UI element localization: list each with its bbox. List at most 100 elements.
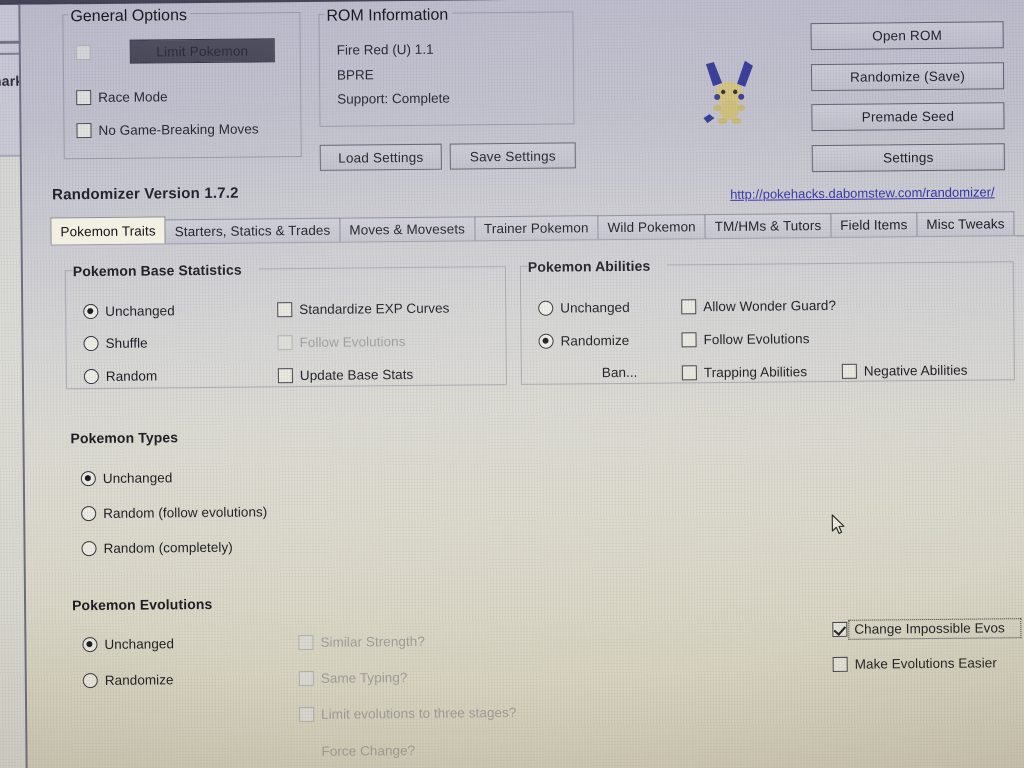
radio-indicator[interactable]	[81, 541, 97, 557]
limit-pokemon-row	[75, 44, 91, 62]
evolutions-radio-unchanged[interactable]: Unchanged	[82, 635, 174, 654]
negative-abilities-checkbox[interactable]	[841, 363, 857, 379]
rom-support-line: Support: Complete	[337, 90, 450, 107]
radio-indicator[interactable]	[538, 300, 554, 316]
update-base-stats-row[interactable]: Update Base Stats	[277, 366, 414, 385]
tab-trainer-pokemon[interactable]: Trainer Pokemon	[473, 215, 599, 241]
photographed-screen: — ✕ marks H General Options General Opti…	[0, 0, 1024, 768]
top-panel: General Options General Options Limit Po…	[20, 0, 1024, 185]
radio-indicator[interactable]	[82, 673, 98, 689]
base-stats-radio-shuffle[interactable]: Shuffle	[83, 335, 148, 354]
rom-name-line: Fire Red (U) 1.1	[336, 41, 434, 58]
limit-evolutions-three-stages-row: Limit evolutions to three stages?	[299, 704, 516, 724]
limit-evolutions-three-stages-label: Limit evolutions to three stages?	[321, 704, 517, 722]
abilities-unchanged-label: Unchanged	[560, 299, 630, 316]
negative-abilities-row[interactable]: Negative Abilities	[841, 362, 968, 381]
types-unchanged-label: Unchanged	[102, 470, 173, 486]
rom-code-line: BPRE	[336, 67, 374, 83]
abilities-follow-evolutions-label: Follow Evolutions	[703, 331, 810, 348]
abilities-radio-randomize[interactable]: Randomize	[538, 332, 629, 351]
race-mode-label: Race Mode	[98, 89, 168, 105]
race-mode-checkbox[interactable]	[76, 90, 92, 106]
abilities-ban-label: Ban...	[601, 364, 638, 381]
abilities-follow-evolutions-checkbox[interactable]	[681, 332, 697, 348]
limit-pokemon-checkbox[interactable]	[75, 45, 91, 61]
radio-indicator[interactable]	[81, 506, 97, 522]
pokemon-traits-pane: Pokemon Base Statistics Unchanged Shuffl…	[50, 235, 1024, 768]
base-stats-radio-unchanged[interactable]: Unchanged	[83, 302, 175, 321]
tab-wild-pokemon[interactable]: Wild Pokemon	[597, 214, 706, 240]
update-base-stats-checkbox[interactable]	[277, 368, 293, 384]
negative-abilities-label: Negative Abilities	[863, 362, 968, 379]
change-impossible-evos-row[interactable]: Change Impossible Evos	[832, 619, 1005, 639]
radio-indicator[interactable]	[83, 303, 99, 320]
abilities-follow-evolutions-row[interactable]: Follow Evolutions	[681, 330, 810, 349]
abilities-randomize-label: Randomize	[560, 332, 630, 349]
similar-strength-row: Similar Strength?	[298, 633, 425, 652]
race-mode-row[interactable]: Race Mode	[76, 88, 168, 107]
version-label: Randomizer Version 1.7.2	[52, 184, 239, 204]
save-settings-button[interactable]: Save Settings	[449, 142, 576, 170]
tab-tm-hms-tutors[interactable]: TM/HMs & Tutors	[704, 212, 832, 239]
types-random-completely-label: Random (completely)	[103, 539, 233, 556]
base-statistics-border-right	[504, 266, 507, 385]
trapping-abilities-row[interactable]: Trapping Abilities	[681, 363, 807, 382]
minun-sprite	[701, 56, 758, 127]
make-evolutions-easier-label: Make Evolutions Easier	[854, 655, 997, 672]
limit-evolutions-three-stages-checkbox	[299, 706, 315, 723]
force-change-label: Force Change?	[321, 742, 416, 759]
tab-starters-statics-trades[interactable]: Starters, Statics & Trades	[164, 217, 341, 244]
limit-pokemon-button[interactable]: Limit Pokemon	[129, 38, 275, 64]
base-stats-radio-random[interactable]: Random	[83, 367, 157, 386]
base-statistics-title: Pokemon Base Statistics	[72, 261, 242, 280]
general-options-title-text: General Options	[70, 7, 188, 26]
tab-field-items[interactable]: Field Items	[830, 212, 918, 237]
types-radio-random-completely[interactable]: Random (completely)	[81, 539, 233, 558]
trapping-abilities-checkbox[interactable]	[681, 365, 697, 381]
same-typing-checkbox	[298, 670, 314, 687]
no-game-breaking-moves-row[interactable]: No Game-Breaking Moves	[76, 120, 259, 140]
make-evolutions-easier-checkbox[interactable]	[832, 656, 848, 672]
radio-indicator[interactable]	[82, 637, 98, 653]
radio-indicator[interactable]	[80, 471, 96, 487]
randomize-save-button[interactable]: Randomize (Save)	[810, 62, 1005, 92]
standardize-exp-curves-row[interactable]: Standardize EXP Curves	[277, 300, 449, 320]
types-radio-random-follow-evolutions[interactable]: Random (follow evolutions)	[81, 503, 267, 523]
base-stats-unchanged-label: Unchanged	[105, 303, 175, 319]
base-stats-shuffle-label: Shuffle	[105, 335, 148, 351]
abilities-border-right	[1012, 261, 1015, 380]
similar-strength-label: Similar Strength?	[320, 633, 425, 650]
open-rom-button[interactable]: Open ROM	[810, 21, 1004, 51]
tab-moves-movesets[interactable]: Moves & Movesets	[339, 216, 476, 242]
tab-pokemon-traits[interactable]: Pokemon Traits	[50, 216, 166, 245]
evolutions-randomize-label: Randomize	[104, 672, 174, 688]
abilities-radio-unchanged[interactable]: Unchanged	[538, 299, 630, 318]
standardize-exp-curves-checkbox[interactable]	[277, 302, 293, 318]
same-typing-row: Same Typing?	[298, 669, 408, 688]
types-radio-unchanged[interactable]: Unchanged	[80, 469, 173, 488]
types-random-follow-evolutions-label: Random (follow evolutions)	[103, 504, 268, 521]
change-impossible-evos-checkbox[interactable]	[832, 621, 848, 637]
radio-indicator[interactable]	[538, 333, 554, 349]
no-game-breaking-moves-checkbox[interactable]	[76, 123, 92, 139]
same-typing-label: Same Typing?	[320, 670, 408, 686]
base-stats-follow-evolutions-checkbox	[277, 335, 293, 351]
abilities-title: Pokemon Abilities	[527, 257, 651, 275]
allow-wonder-guard-row[interactable]: Allow Wonder Guard?	[681, 297, 836, 316]
abilities-border-left	[519, 265, 522, 384]
allow-wonder-guard-checkbox[interactable]	[681, 299, 697, 315]
standardize-exp-curves-label: Standardize EXP Curves	[299, 300, 450, 318]
load-settings-button[interactable]: Load Settings	[319, 143, 442, 171]
tab-misc-tweaks[interactable]: Misc Tweaks	[916, 211, 1015, 237]
no-game-breaking-moves-label: No Game-Breaking Moves	[98, 121, 259, 138]
premade-seed-button[interactable]: Premade Seed	[811, 102, 1005, 132]
abilities-border-top	[666, 261, 1013, 266]
website-link[interactable]: http://pokehacks.dabomstew.com/randomize…	[730, 184, 1024, 202]
radio-indicator[interactable]	[83, 368, 99, 385]
make-evolutions-easier-row[interactable]: Make Evolutions Easier	[832, 654, 997, 674]
evolutions-radio-randomize[interactable]: Randomize	[82, 671, 174, 690]
radio-indicator[interactable]	[83, 335, 99, 352]
base-stats-follow-evolutions-row: Follow Evolutions	[277, 333, 406, 352]
settings-button[interactable]: Settings	[811, 143, 1005, 173]
change-impossible-evos-label: Change Impossible Evos	[854, 620, 1005, 637]
